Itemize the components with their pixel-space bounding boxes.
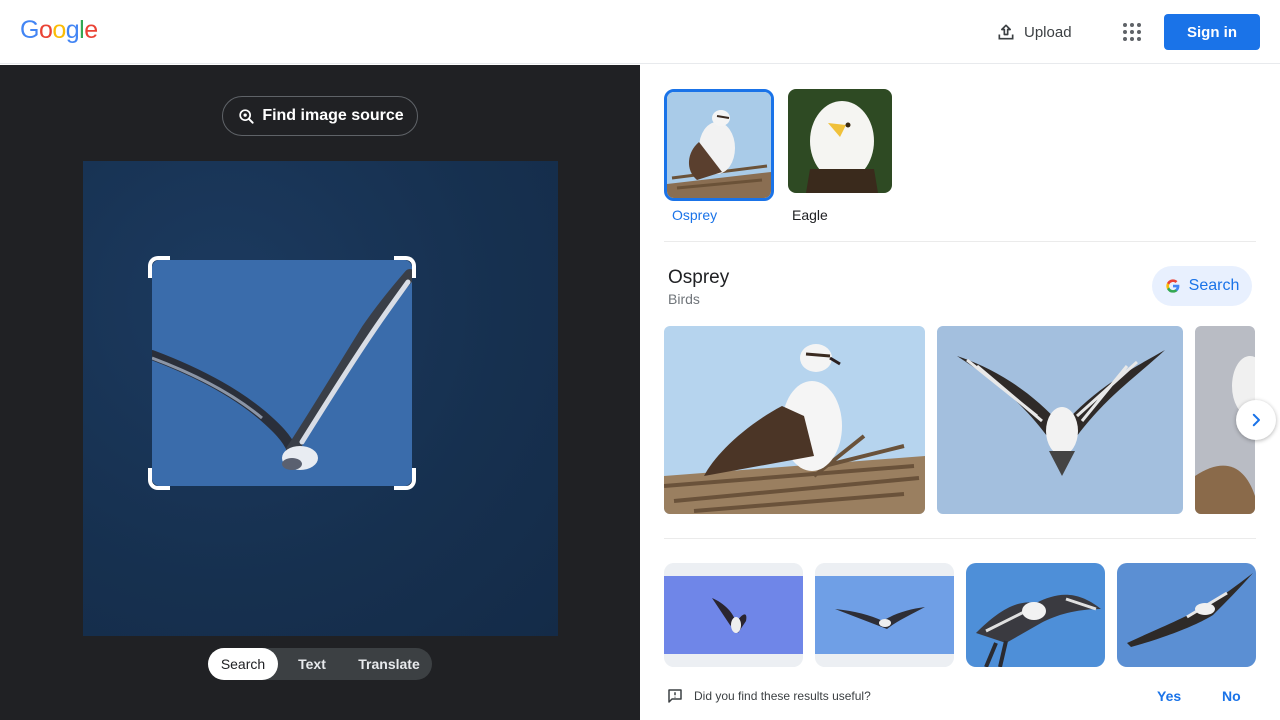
- feedback-icon: [668, 689, 682, 703]
- logo-letter: e: [84, 16, 98, 44]
- apps-dot: [1137, 37, 1141, 41]
- lens-viewer: Find image source Search Text Translate: [0, 65, 640, 720]
- visual-match-item[interactable]: [966, 563, 1105, 667]
- apps-dot: [1123, 37, 1127, 41]
- apps-dot: [1130, 23, 1134, 27]
- apps-dot: [1130, 30, 1134, 34]
- logo-letter: o: [52, 16, 66, 44]
- google-search-button[interactable]: Search: [1152, 266, 1252, 306]
- apps-dot: [1123, 23, 1127, 27]
- chevron-right-icon: [1252, 413, 1260, 427]
- chip-thumbnail: [664, 89, 774, 201]
- feedback-yes-button[interactable]: Yes: [1157, 688, 1181, 704]
- divider: [664, 241, 1256, 242]
- apps-dot: [1137, 30, 1141, 34]
- visual-match-image: [664, 563, 803, 667]
- crop-handle-bottom-right[interactable]: [394, 468, 416, 490]
- result-image[interactable]: [937, 326, 1183, 514]
- feedback-no-button[interactable]: No: [1222, 688, 1241, 704]
- top-bar: Google Upload Sign in: [0, 0, 1280, 64]
- visual-match-image: [1117, 563, 1256, 667]
- entity-chip-osprey[interactable]: Osprey: [664, 89, 776, 223]
- entity-chip-eagle[interactable]: Eagle: [788, 89, 900, 223]
- results-pane: Osprey Eagle Osprey Birds Search: [640, 65, 1280, 720]
- tab-translate[interactable]: Translate: [346, 648, 432, 680]
- visual-match-image: [815, 563, 954, 667]
- lens-mode-tabs: Search Text Translate: [208, 648, 432, 680]
- crop-region[interactable]: [152, 260, 412, 486]
- visual-match-item[interactable]: [1117, 563, 1256, 667]
- visual-match-image: [966, 563, 1105, 667]
- result-image[interactable]: [664, 326, 925, 514]
- feedback-bar: Did you find these results useful? Yes N…: [640, 671, 1280, 720]
- find-image-source-button[interactable]: Find image source: [222, 96, 418, 136]
- entity-subtitle: Birds: [668, 291, 700, 307]
- carousel-next-button[interactable]: [1236, 400, 1276, 440]
- entity-title: Osprey: [668, 267, 730, 288]
- sign-in-button[interactable]: Sign in: [1164, 14, 1260, 50]
- google-logo[interactable]: Google: [20, 16, 98, 45]
- upload-label: Upload: [1024, 23, 1072, 41]
- eagle-thumbnail-image: [788, 89, 892, 193]
- crop-handle-top-left[interactable]: [148, 256, 170, 278]
- google-g-icon: [1165, 279, 1180, 293]
- tab-search[interactable]: Search: [208, 648, 278, 680]
- osprey-wings-spread-image: [937, 326, 1183, 514]
- chip-label: Osprey: [672, 207, 718, 223]
- upload-icon: [998, 24, 1014, 40]
- tab-text[interactable]: Text: [278, 648, 346, 680]
- crop-handle-top-right[interactable]: [394, 256, 416, 278]
- apps-dot: [1130, 37, 1134, 41]
- chip-label: Eagle: [792, 207, 828, 223]
- find-source-label: Find image source: [262, 107, 404, 124]
- upload-button[interactable]: Upload: [990, 16, 1078, 48]
- search-button-label: Search: [1188, 277, 1240, 294]
- crop-handle-bottom-left[interactable]: [148, 468, 170, 490]
- osprey-thumbnail-image: [667, 92, 771, 198]
- lens-search-icon: [239, 109, 254, 124]
- visual-match-item[interactable]: [815, 563, 954, 667]
- apps-dot: [1137, 23, 1141, 27]
- chip-thumbnail: [788, 89, 892, 193]
- visual-match-item[interactable]: [664, 563, 803, 667]
- feedback-question: Did you find these results useful?: [694, 689, 871, 703]
- query-image: [83, 161, 558, 636]
- apps-grid-button[interactable]: [1116, 16, 1148, 48]
- logo-letter: g: [65, 16, 80, 44]
- divider: [664, 538, 1256, 539]
- logo-letter: G: [20, 16, 39, 44]
- osprey-flight-image: [152, 260, 412, 486]
- osprey-perched-image: [664, 326, 925, 514]
- apps-dot: [1123, 30, 1127, 34]
- logo-letter: o: [38, 16, 53, 44]
